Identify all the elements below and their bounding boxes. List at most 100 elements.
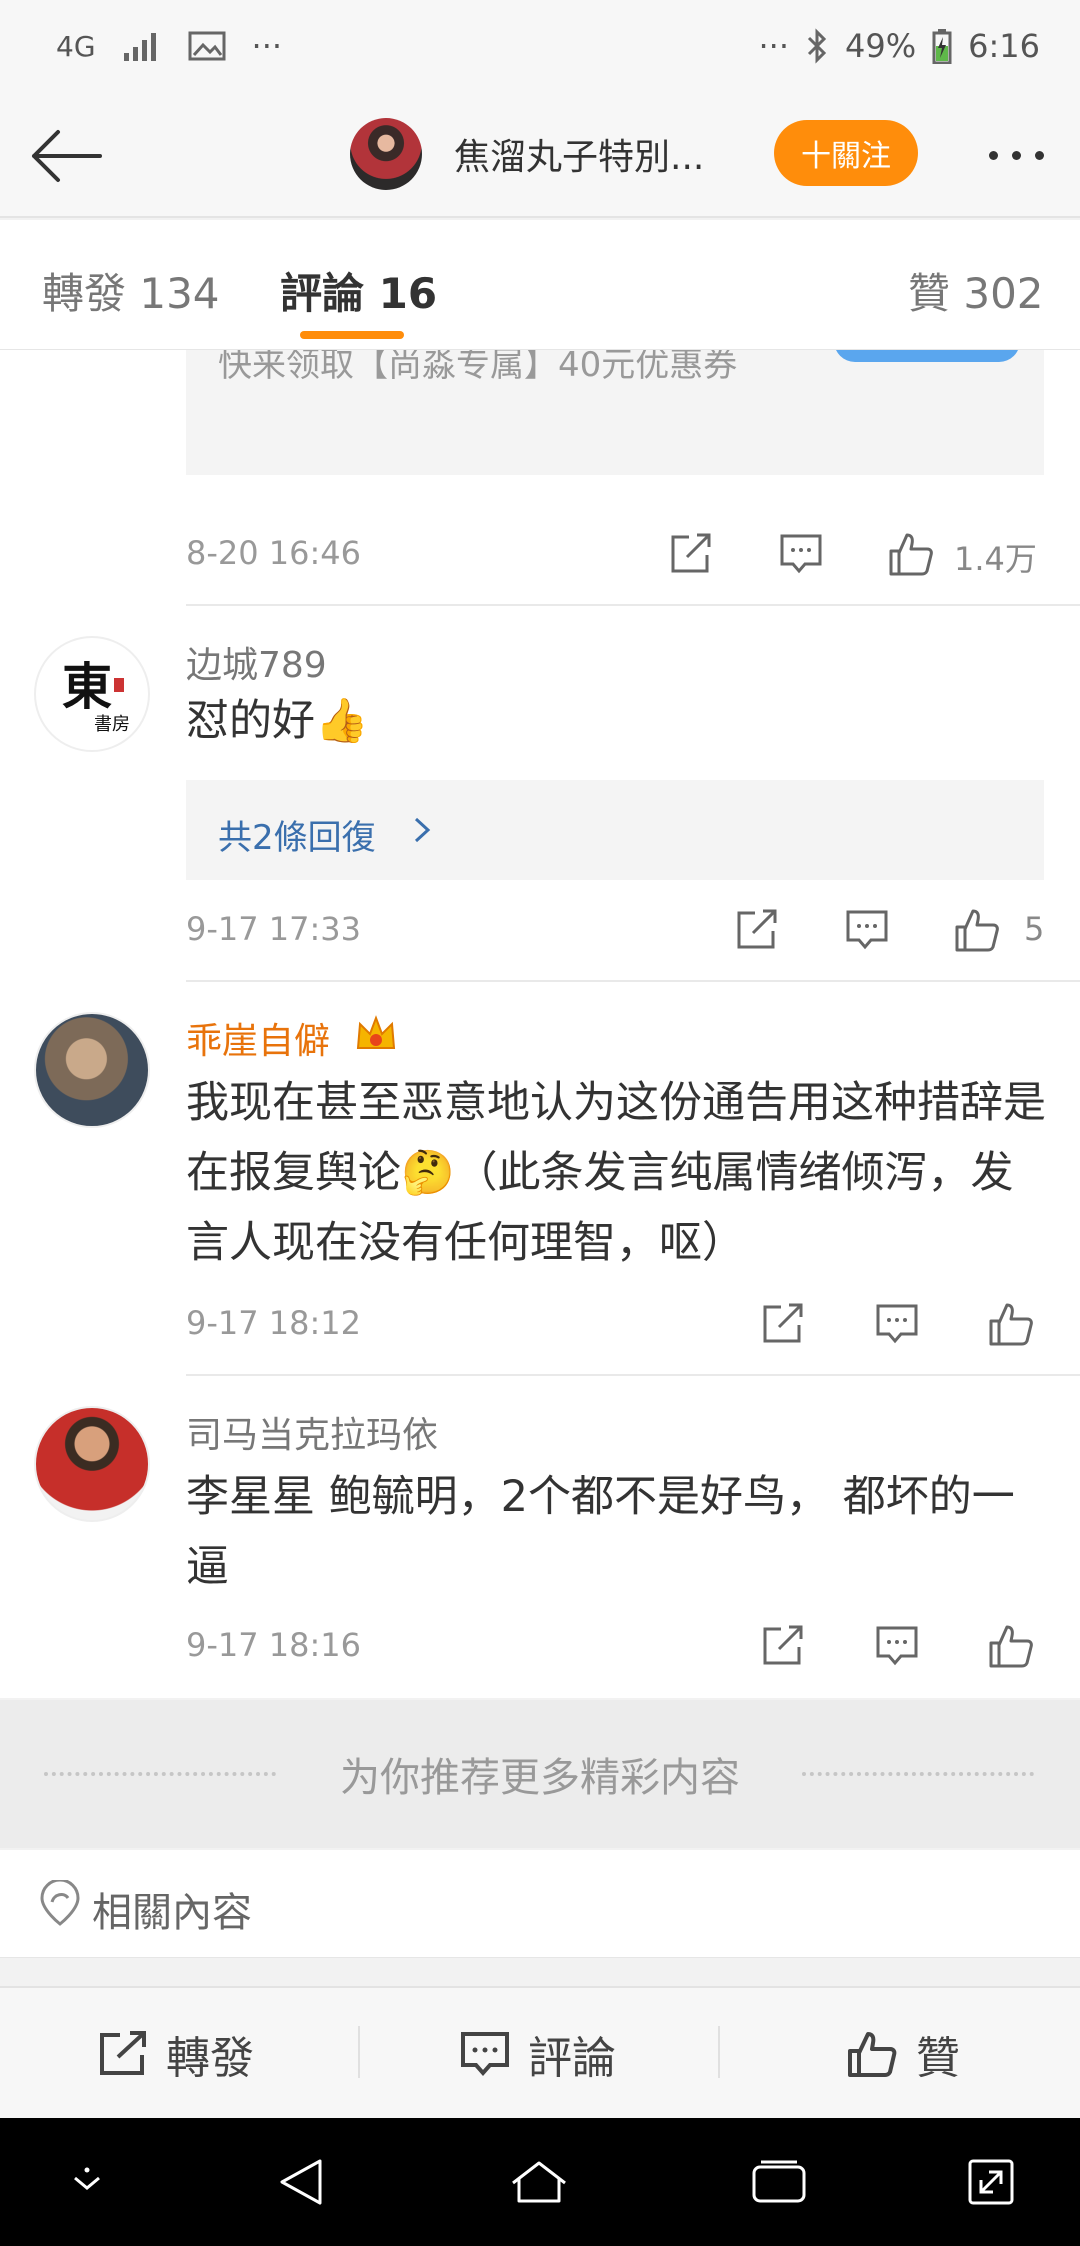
- like-action[interactable]: [886, 530, 936, 578]
- comment-icon: [876, 1304, 918, 1344]
- divider: [186, 604, 1080, 606]
- ad-card[interactable]: 快来领取【尚淼专属】40元优惠券 购买: [186, 350, 1044, 475]
- comment-icon: [876, 1626, 918, 1666]
- avatar[interactable]: 東書房: [34, 636, 150, 752]
- back-nav-button[interactable]: [268, 2152, 334, 2212]
- bluetooth-icon: [807, 28, 827, 64]
- thumbs-up-icon: [989, 1625, 1033, 1668]
- comment-button[interactable]: 評論: [460, 1988, 616, 2120]
- dot-icon: [988, 150, 998, 160]
- repost-action[interactable]: [758, 1300, 808, 1348]
- dot-icon: [1034, 150, 1044, 160]
- chevron-down-icon: [74, 2167, 100, 2190]
- like-label: 贊: [916, 2033, 960, 2084]
- like-action[interactable]: [952, 906, 1002, 954]
- tab-repost[interactable]: 轉發 134: [42, 260, 220, 321]
- share-icon: [763, 1625, 803, 1665]
- repost-action[interactable]: [666, 530, 716, 578]
- dotted-line: [802, 1772, 1034, 1776]
- comment-text: 我现在甚至恶意地认为这份通告用这种措辞是在报复舆论🤔（此条发言纯属情绪倾泻，发言…: [186, 1078, 1046, 1268]
- comment-icon: [846, 910, 888, 950]
- network-indicator: 4G: [56, 29, 96, 63]
- reply-action[interactable]: [842, 906, 892, 954]
- share-icon: [100, 2031, 146, 2075]
- more-notifications-icon: ···: [251, 27, 283, 65]
- back-button[interactable]: [28, 118, 104, 194]
- like-action[interactable]: [986, 1300, 1036, 1348]
- divider: [186, 1374, 1080, 1376]
- triangle-back-icon: [280, 2159, 322, 2205]
- avatar[interactable]: [34, 1012, 150, 1128]
- dotted-line: [44, 1772, 276, 1776]
- tab-bar: 轉發 134 評論 16 贊 302: [0, 220, 1080, 350]
- repost-label: 轉發: [166, 2033, 254, 2084]
- comment-icon: [461, 2032, 509, 2077]
- comment-meta-row: 8-20 16:46 1.4万: [186, 524, 1044, 584]
- comment-meta-row: 9-17 18:16: [186, 1616, 1044, 1676]
- hide-nav-button[interactable]: [54, 2152, 120, 2212]
- share-icon: [737, 909, 777, 949]
- comment-meta-row: 9-17 18:12: [186, 1294, 1044, 1354]
- recents-icon: [752, 2160, 806, 2203]
- comment-time: 9-17 18:12: [186, 1304, 362, 1342]
- comment-list[interactable]: 快来领取【尚淼专属】40元优惠券 购买 8-20 16:46 1.4万 東書房 …: [0, 350, 1080, 1698]
- related-content-header[interactable]: 相關內容: [0, 1850, 1080, 1958]
- recents-nav-button[interactable]: [746, 2152, 812, 2212]
- thumbs-up-icon: [848, 2032, 897, 2077]
- comment-time: 9-17 18:16: [186, 1626, 362, 1664]
- more-status-icon: ···: [758, 27, 790, 65]
- home-nav-button[interactable]: [506, 2152, 572, 2212]
- comment-time: 8-20 16:46: [186, 534, 362, 572]
- active-tab-indicator: [300, 331, 404, 339]
- status-bar: 4G ··· ··· 49% 6:16: [0, 0, 1080, 92]
- replies-link[interactable]: 共2條回復: [218, 810, 376, 859]
- author-name[interactable]: 焦溜丸子特別...: [454, 128, 744, 180]
- separator: [358, 2026, 360, 2078]
- dot-icon: [1011, 150, 1021, 160]
- avatar[interactable]: [34, 1406, 150, 1522]
- reply-action[interactable]: [872, 1300, 922, 1348]
- reply-action[interactable]: [872, 1622, 922, 1670]
- svg-text:書房: 書房: [94, 714, 130, 735]
- divider: [186, 980, 1080, 982]
- like-button[interactable]: 贊: [846, 1988, 960, 2120]
- like-action[interactable]: [986, 1622, 1036, 1670]
- commenter-name[interactable]: 乖崖自僻: [186, 1012, 330, 1064]
- weibo-comments-screen: 4G ··· ··· 49% 6:16 焦溜丸子特別... 十關注 轉發 134…: [0, 0, 1080, 2246]
- home-icon: [512, 2161, 566, 2203]
- tab-like[interactable]: 贊 302: [908, 260, 1044, 321]
- chevron-right-icon: [414, 817, 431, 843]
- follow-button[interactable]: 十關注: [774, 120, 918, 186]
- reply-action[interactable]: [776, 530, 826, 578]
- ad-text: 快来领取【尚淼专属】40元优惠券: [218, 350, 738, 385]
- replies-box[interactable]: 共2條回復: [186, 780, 1044, 880]
- separator: [718, 2026, 720, 2078]
- repost-action[interactable]: [732, 906, 782, 954]
- ad-buy-button[interactable]: 购买: [834, 350, 1020, 362]
- recommend-banner[interactable]: 为你推荐更多精彩内容: [0, 1700, 1080, 1848]
- like-count: 5: [1024, 910, 1045, 948]
- repost-button[interactable]: 轉發: [98, 1988, 254, 2120]
- comment-meta-row: 9-17 17:33 5: [186, 900, 1044, 960]
- commenter-name[interactable]: 边城789: [186, 636, 327, 688]
- calligraphy-logo-icon: 東書房: [62, 657, 130, 735]
- comment-text: 怼的好👍: [186, 696, 369, 746]
- battery-percent: 49%: [845, 27, 917, 65]
- thumbs-up-icon: [955, 909, 999, 952]
- svg-text:東: 東: [62, 657, 112, 716]
- author-avatar[interactable]: [350, 118, 422, 190]
- comment-icon: [780, 534, 822, 574]
- battery-charging-icon: [932, 29, 952, 64]
- comment-time: 9-17 17:33: [186, 910, 362, 948]
- tab-comment[interactable]: 評論 16: [280, 260, 437, 321]
- expand-icon: [968, 2159, 1014, 2205]
- repost-action[interactable]: [758, 1622, 808, 1670]
- expand-nav-button[interactable]: [958, 2152, 1024, 2212]
- commenter-name[interactable]: 司马当克拉玛依: [186, 1406, 438, 1458]
- more-options-button[interactable]: [976, 132, 1056, 178]
- share-icon: [671, 533, 711, 573]
- clock: 6:16: [968, 27, 1040, 65]
- related-label: 相關內容: [92, 1890, 252, 1936]
- back-arrow-icon: [32, 130, 102, 182]
- comment-text: 李星星 鲍毓明，2个都不是好鸟， 都坏的一逼: [186, 1472, 1015, 1592]
